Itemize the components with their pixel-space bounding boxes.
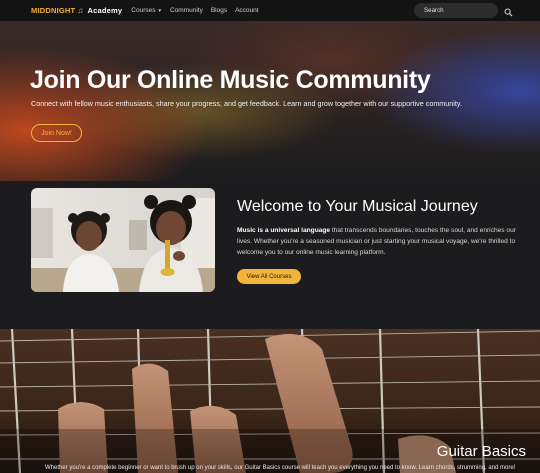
guitar-basics-title: Guitar Basics bbox=[436, 443, 526, 460]
search-input[interactable]: Search bbox=[414, 3, 498, 18]
welcome-description-bold: Music is a universal language bbox=[237, 227, 331, 234]
guitar-basics-banner[interactable]: Guitar Basics Whether you're a complete … bbox=[0, 329, 540, 473]
guitar-basics-description: Whether you're a complete beginner or wa… bbox=[45, 465, 516, 471]
welcome-description: Music is a universal language that trans… bbox=[237, 225, 517, 258]
search-button[interactable] bbox=[503, 5, 514, 17]
welcome-section: Welcome to Your Musical Journey Music is… bbox=[0, 181, 540, 329]
view-all-courses-button[interactable]: View All Courses bbox=[237, 269, 301, 284]
music-note-icon: ♫ bbox=[77, 6, 84, 15]
hero-title: Join Our Online Music Community bbox=[30, 66, 431, 94]
navbar: MIDDNIGHT ♫ Academy Courses ▼ Community … bbox=[0, 0, 540, 21]
nav-item-community[interactable]: Community bbox=[170, 7, 203, 14]
hero-section: Join Our Online Music Community Connect … bbox=[0, 21, 540, 181]
search-icon bbox=[504, 8, 513, 17]
brand-name: MIDDNIGHT bbox=[31, 6, 76, 15]
nav-item-account[interactable]: Account bbox=[235, 7, 259, 14]
join-now-button[interactable]: Join Now! bbox=[31, 124, 82, 142]
nav-item-blogs[interactable]: Blogs bbox=[211, 7, 227, 14]
welcome-title: Welcome to Your Musical Journey bbox=[237, 198, 478, 215]
nav-item-courses[interactable]: Courses ▼ bbox=[131, 7, 162, 14]
brand-suffix: Academy bbox=[87, 6, 123, 15]
search-placeholder: Search bbox=[424, 7, 444, 14]
nav-links: Courses ▼ Community Blogs Account bbox=[131, 7, 258, 14]
chevron-down-icon: ▼ bbox=[157, 8, 162, 13]
children-music-photo bbox=[31, 188, 215, 292]
nav-item-courses-label: Courses bbox=[131, 7, 156, 14]
brand-logo[interactable]: MIDDNIGHT ♫ Academy bbox=[31, 6, 122, 15]
hero-subtitle: Connect with fellow music enthusiasts, s… bbox=[31, 99, 462, 108]
